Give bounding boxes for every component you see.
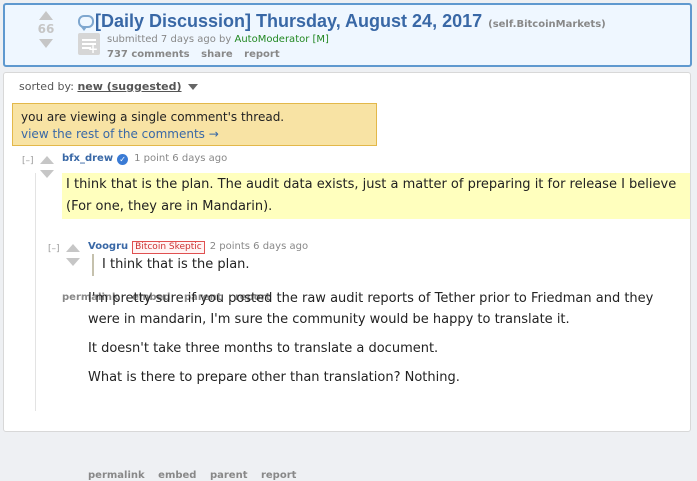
downvote-icon[interactable]: [39, 39, 53, 48]
comment-vote: [40, 156, 54, 178]
comment-meta: 1 point 6 days ago: [134, 153, 228, 164]
collapse-toggle[interactable]: [–]: [22, 156, 34, 166]
permalink-button[interactable]: permalink: [88, 470, 145, 481]
post-buttons: 737 comments share report: [107, 49, 288, 60]
upvote-icon[interactable]: [40, 156, 54, 164]
comment-vote: [66, 244, 80, 266]
post-author[interactable]: AutoModerator: [234, 34, 309, 45]
parent-button[interactable]: parent: [210, 470, 248, 481]
notice-text: you are viewing a single comment's threa…: [21, 110, 285, 124]
sort-bar: sorted by: new (suggested): [19, 80, 199, 93]
dropdown-caret-icon[interactable]: [188, 84, 199, 90]
quoted-text: I think that is the plan.: [92, 254, 688, 276]
upvote-icon[interactable]: [66, 244, 80, 252]
sort-dropdown[interactable]: new (suggested): [77, 80, 181, 93]
self-post-thumbnail-icon[interactable]: +: [78, 33, 100, 55]
post-header: 66 [Daily Discussion] Thursday, August 2…: [3, 3, 692, 67]
comments-link[interactable]: 737 comments: [107, 49, 190, 60]
thread-line[interactable]: [35, 173, 36, 411]
comment-tagline: bfx_drew ✓ 1 point 6 days ago: [62, 153, 227, 165]
comment-body: I think that is the plan. I'm pretty sur…: [88, 254, 688, 396]
view-all-comments-link[interactable]: view the rest of the comments →: [21, 126, 368, 143]
comment-area: sorted by: new (suggested) you are viewi…: [3, 72, 691, 481]
post-title[interactable]: [Daily Discussion] Thursday, August 24, …: [95, 11, 482, 31]
submitted-text: submitted 7 days ago by: [107, 34, 232, 45]
comment-body: I think that is the plan. The audit data…: [62, 173, 690, 219]
post-domain[interactable]: (self.BitcoinMarkets): [488, 19, 606, 30]
embed-button[interactable]: embed: [158, 470, 196, 481]
report-button[interactable]: report: [261, 470, 296, 481]
comment-author[interactable]: bfx_drew: [62, 153, 113, 164]
downvote-icon[interactable]: [40, 170, 54, 178]
user-flair: Bitcoin Skeptic: [132, 241, 205, 254]
moderator-tag: [M]: [312, 34, 329, 45]
share-button[interactable]: share: [201, 49, 233, 60]
post-title-row: [Daily Discussion] Thursday, August 24, …: [78, 11, 606, 32]
report-button[interactable]: report: [244, 49, 279, 60]
upvote-icon[interactable]: [39, 11, 53, 20]
comment-paragraph: I'm pretty sure if you posted the raw au…: [88, 291, 654, 327]
collapse-toggle[interactable]: [–]: [48, 244, 60, 254]
comment-meta: 2 points 6 days ago: [209, 241, 309, 252]
single-thread-notice: you are viewing a single comment's threa…: [12, 103, 377, 146]
comment-paragraph: It doesn't take three months to translat…: [88, 341, 439, 356]
comment-tagline: Voogru Bitcoin Skeptic 2 points 6 days ago: [88, 241, 308, 254]
post-tagline: submitted 7 days ago by AutoModerator [M…: [107, 34, 329, 45]
downvote-icon[interactable]: [66, 258, 80, 266]
discussion-icon: [78, 15, 94, 31]
comment-author[interactable]: Voogru: [88, 241, 128, 252]
post-vote: 66: [31, 11, 61, 48]
sort-label: sorted by:: [19, 80, 74, 93]
comment-buttons: permalink embed parent report: [88, 470, 306, 481]
verified-check-icon: ✓: [117, 154, 129, 165]
post-score: 66: [37, 22, 55, 36]
comment-paragraph: What is there to prepare other than tran…: [88, 370, 460, 385]
